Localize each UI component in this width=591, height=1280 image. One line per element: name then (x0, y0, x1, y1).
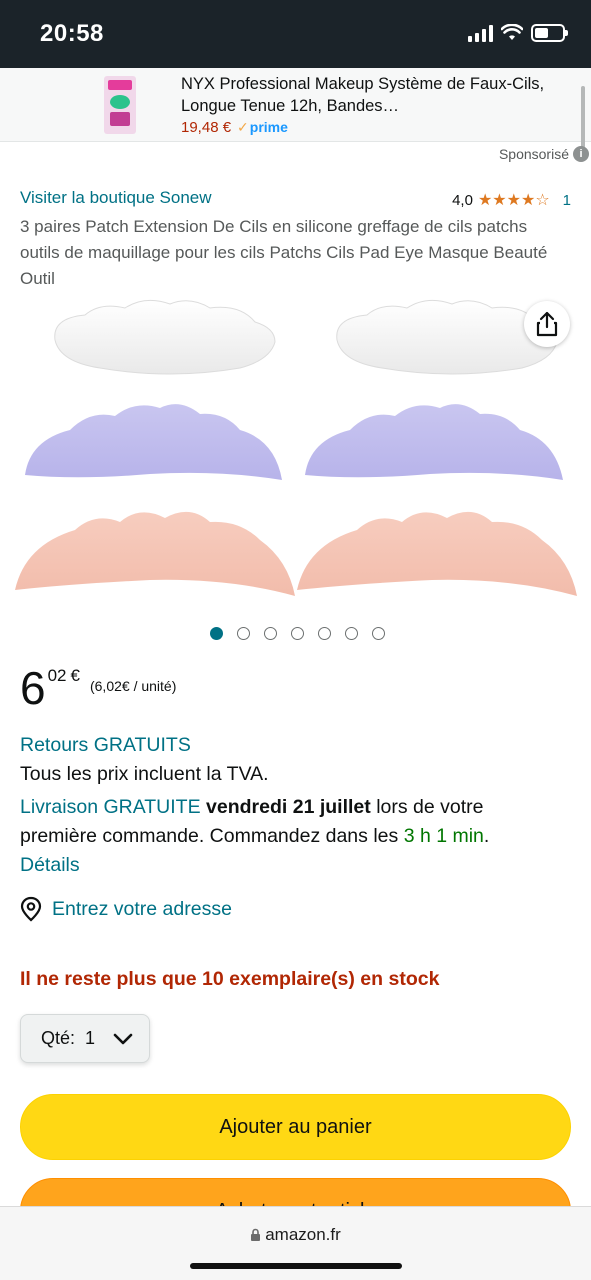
price-fraction: 02 (47, 666, 67, 685)
carousel-dot[interactable] (317, 627, 331, 640)
carousel-dot[interactable] (290, 627, 304, 640)
status-time: 20:58 (40, 20, 104, 47)
share-icon (536, 311, 558, 337)
delivery-details-link[interactable]: Détails (20, 854, 80, 876)
ad-product-thumbnail (104, 76, 136, 134)
cellular-signal-icon (468, 24, 493, 42)
url-domain[interactable]: amazon.fr (265, 1225, 341, 1245)
prime-badge: ✓prime (237, 119, 288, 135)
prime-check-icon: ✓ (237, 119, 249, 135)
sponsored-label[interactable]: Sponsorisé i (499, 146, 589, 162)
scrollbar[interactable] (581, 86, 585, 148)
url[interactable]: amazon.fr (0, 1225, 591, 1245)
address-link[interactable]: Entrez votre adresse (20, 896, 232, 922)
carousel-dot[interactable] (263, 627, 277, 640)
status-icons (468, 24, 568, 42)
share-button[interactable] (524, 301, 570, 347)
tax-note: Tous les prix incluent la TVA. (20, 763, 269, 785)
free-returns-link[interactable]: Retours GRATUITS (20, 731, 191, 760)
quantity-select[interactable]: Qté: 1 (20, 1014, 150, 1063)
delivery-period: . (483, 825, 490, 847)
free-delivery-link[interactable]: Livraison GRATUITE (20, 796, 201, 818)
delivery-date: vendredi 21 juillet (206, 796, 371, 818)
battery-icon (531, 24, 568, 42)
wifi-icon (501, 24, 523, 40)
status-bar: 20:58 (0, 0, 591, 68)
quantity-value: 1 (85, 1028, 96, 1048)
delivery-middle-text: lors de votre (376, 796, 484, 818)
sponsored-ad-banner[interactable]: NYX Professional Makeup Système de Faux-… (0, 68, 591, 142)
price-currency: € (70, 666, 80, 685)
product-image[interactable] (0, 290, 591, 610)
quantity-label: Qté: (41, 1028, 76, 1048)
add-to-cart-button[interactable]: Ajouter au panier (20, 1094, 571, 1160)
chevron-down-icon (113, 1033, 133, 1044)
stock-message: Il ne reste plus que 10 exemplaire(s) en… (20, 968, 440, 990)
store-link[interactable]: Visiter la boutique Sonew (20, 188, 212, 208)
rating-count[interactable]: 1 (563, 192, 571, 209)
price: 6 02 € (6,02€ / unité) (20, 662, 176, 714)
rating-stars-icon: ★★★★☆ (477, 192, 550, 209)
lock-icon (251, 1228, 261, 1241)
ad-price: 19,48 € (181, 119, 232, 136)
product-title: 3 paires Patch Extension De Cils en sili… (20, 217, 548, 288)
location-pin-icon (20, 896, 42, 922)
delivery-line2: première commande. Commandez dans les (20, 825, 399, 847)
browser-url-bar[interactable]: amazon.fr (0, 1206, 591, 1280)
delivery-info: Livraison GRATUITE vendredi 21 juillet l… (20, 793, 580, 880)
ad-price-row: 19,48 € ✓prime (181, 119, 288, 136)
unit-price: (6,02€ / unité) (89, 678, 177, 694)
rating[interactable]: 4,0 ★★★★☆ 1 (452, 190, 571, 210)
price-whole: 6 (20, 662, 46, 714)
carousel-dot[interactable] (209, 627, 223, 640)
carousel-dot[interactable] (344, 627, 358, 640)
carousel-dot[interactable] (236, 627, 250, 640)
ad-title[interactable]: NYX Professional Makeup Système de Faux-… (181, 73, 561, 117)
carousel-dot[interactable] (371, 627, 385, 640)
home-indicator[interactable] (190, 1263, 402, 1269)
address-link-label[interactable]: Entrez votre adresse (52, 898, 232, 921)
order-countdown: 3 h 1 min (403, 825, 484, 847)
rating-value: 4,0 (452, 191, 473, 209)
image-carousel-dots[interactable] (0, 627, 591, 640)
info-icon[interactable]: i (573, 146, 589, 162)
